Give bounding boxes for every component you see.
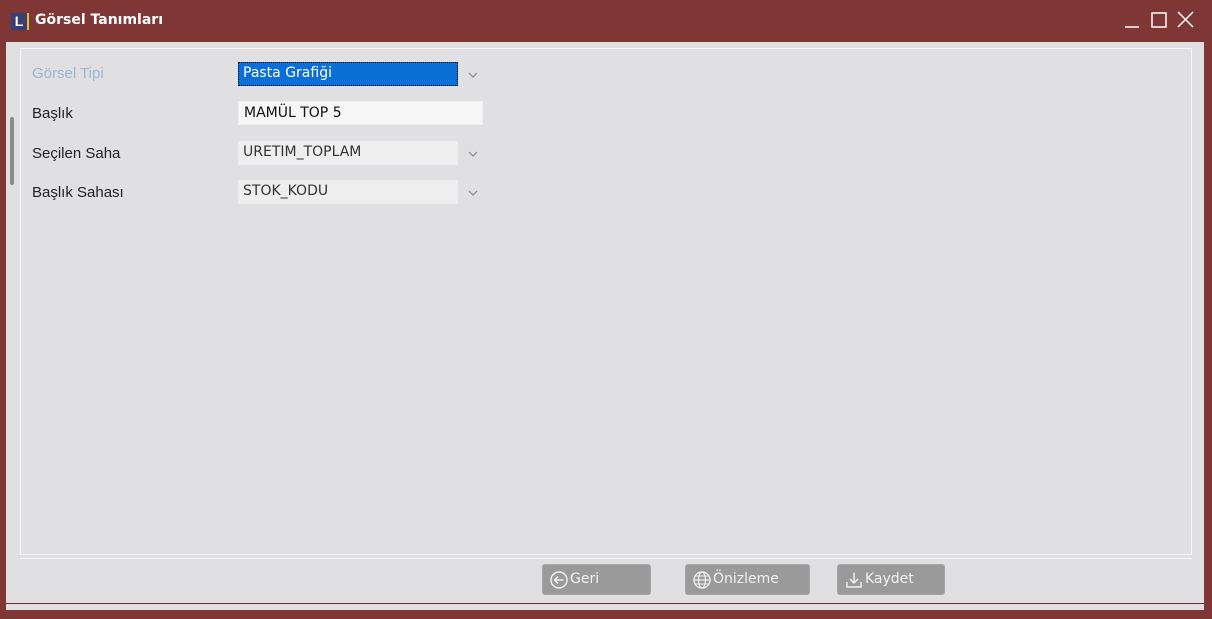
- baslik-value: MAMÜL TOP 5: [244, 105, 342, 121]
- baslik-sahasi-select[interactable]: STOK_KODU: [238, 180, 458, 204]
- title-bar: L Görsel Tanımları: [0, 0, 1212, 42]
- footer-divider: [20, 558, 1192, 559]
- download-icon: [846, 572, 862, 588]
- dialog-body: Görsel Tipi Pasta Grafiği Başlık MAMÜL T…: [6, 42, 1204, 610]
- onizleme-label: Önizleme: [713, 571, 779, 587]
- secilen-saha-value: URETIM_TOPLAM: [243, 144, 362, 160]
- gorsel-tipi-value: Pasta Grafiği: [243, 65, 332, 81]
- globe-icon: [693, 571, 711, 589]
- arrow-left-circle-icon: [550, 571, 568, 589]
- kaydet-button[interactable]: Kaydet: [837, 564, 945, 595]
- secilen-saha-select[interactable]: URETIM_TOPLAM: [238, 141, 458, 165]
- chevron-down-icon[interactable]: [464, 145, 482, 163]
- window-bottom-border: [6, 603, 1204, 604]
- minimize-icon[interactable]: [1123, 10, 1143, 30]
- baslik-label: Başlık: [32, 105, 73, 122]
- baslik-sahasi-label: Başlık Sahası: [32, 184, 124, 201]
- maximize-icon[interactable]: [1150, 10, 1170, 30]
- window-title: Görsel Tanımları: [35, 12, 164, 28]
- gorsel-tipi-label: Görsel Tipi: [32, 65, 104, 82]
- geri-button[interactable]: Geri: [542, 564, 651, 595]
- onizleme-button[interactable]: Önizleme: [685, 564, 810, 595]
- baslik-sahasi-value: STOK_KODU: [243, 183, 329, 199]
- baslik-input[interactable]: MAMÜL TOP 5: [238, 101, 483, 125]
- kaydet-label: Kaydet: [865, 571, 914, 587]
- splitter-handle[interactable]: [10, 117, 14, 185]
- secilen-saha-label: Seçilen Saha: [32, 145, 121, 162]
- gorsel-tipi-select[interactable]: Pasta Grafiği: [238, 62, 458, 86]
- geri-label: Geri: [570, 571, 600, 587]
- chevron-down-icon[interactable]: [464, 66, 482, 84]
- form-panel: [20, 48, 1192, 555]
- app-logo: L: [11, 13, 29, 30]
- close-icon[interactable]: [1176, 10, 1196, 30]
- chevron-down-icon[interactable]: [464, 184, 482, 202]
